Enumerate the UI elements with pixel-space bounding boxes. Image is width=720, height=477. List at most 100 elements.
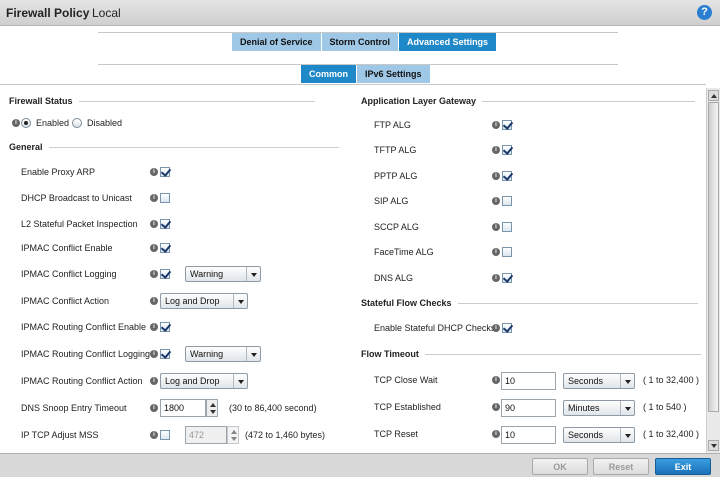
chevron-down-icon	[246, 267, 260, 281]
info-icon: i	[150, 297, 158, 305]
info-icon: i	[492, 223, 500, 231]
dns-snoop-timeout-spinner[interactable]	[206, 399, 218, 417]
checkbox-ipmac-conflict-enable[interactable]	[160, 243, 170, 253]
select-ipmac-conflict-logging[interactable]: Warning	[185, 266, 261, 282]
tabs-sub: Common IPv6 Settings	[301, 65, 431, 83]
section-heading: General	[9, 142, 43, 152]
info-icon: i	[150, 377, 158, 385]
select-tcp-established-unit[interactable]: Minutes	[563, 400, 635, 416]
select-ipmac-conflict-action[interactable]: Log and Drop	[160, 293, 248, 309]
info-icon: i	[150, 270, 158, 278]
label-stateful-dhcp: Enable Stateful DHCP Checks	[374, 323, 496, 333]
tab-divider-bottom	[0, 84, 706, 85]
chevron-down-icon	[620, 401, 634, 415]
info-icon: i	[492, 172, 500, 180]
dns-snoop-timeout-range: (30 to 86,400 second)	[229, 403, 317, 413]
info-icon: i	[492, 121, 500, 129]
checkbox-sip-alg[interactable]	[502, 196, 512, 206]
ok-button[interactable]: OK	[532, 458, 588, 475]
section-heading: Firewall Status	[9, 96, 73, 106]
select-value: Log and Drop	[165, 296, 220, 306]
reset-button[interactable]: Reset	[593, 458, 649, 475]
info-icon: i	[492, 376, 500, 384]
info-icon: i	[12, 119, 20, 127]
label-ftp-alg: FTP ALG	[374, 120, 411, 130]
label-ipmac-conflict-logging: IPMAC Conflict Logging	[21, 269, 117, 279]
checkbox-enable-proxy-arp[interactable]	[160, 167, 170, 177]
info-icon: i	[492, 274, 500, 282]
info-icon: i	[492, 146, 500, 154]
dns-snoop-timeout-input[interactable]: 1800	[160, 399, 206, 417]
section-heading: Application Layer Gateway	[361, 96, 477, 106]
checkbox-dns-alg[interactable]	[502, 273, 512, 283]
info-icon: i	[492, 430, 500, 438]
label-ip-tcp-adjust-mss: IP TCP Adjust MSS	[21, 430, 99, 440]
tcp-reset-range: ( 1 to 32,400 )	[643, 429, 700, 439]
ip-tcp-adjust-mss-spinner[interactable]	[227, 426, 239, 444]
vertical-scrollbar[interactable]	[706, 88, 720, 453]
checkbox-stateful-dhcp[interactable]	[502, 323, 512, 333]
info-icon: i	[492, 197, 500, 205]
radio-disabled[interactable]	[72, 118, 82, 128]
label-dhcp-broadcast: DHCP Broadcast to Unicast	[21, 193, 132, 203]
checkbox-ip-tcp-adjust-mss[interactable]	[160, 430, 170, 440]
select-ipmac-routing-conflict-action[interactable]: Log and Drop	[160, 373, 248, 389]
select-value: Log and Drop	[165, 376, 220, 386]
select-ipmac-routing-conflict-logging[interactable]: Warning	[185, 346, 261, 362]
label-ipmac-routing-conflict-enable: IPMAC Routing Conflict Enable	[21, 322, 147, 332]
scrollbar-thumb[interactable]	[708, 102, 719, 412]
label-ipmac-routing-conflict-action: IPMAC Routing Conflict Action	[21, 376, 143, 386]
tab-advanced-settings[interactable]: Advanced Settings	[399, 33, 498, 51]
tab-storm-control[interactable]: Storm Control	[321, 33, 400, 51]
checkbox-ipmac-routing-conflict-logging[interactable]	[160, 349, 170, 359]
scroll-down-icon[interactable]	[708, 440, 719, 451]
checkbox-tftp-alg[interactable]	[502, 145, 512, 155]
info-icon: i	[150, 220, 158, 228]
tab-ipv6-settings[interactable]: IPv6 Settings	[357, 65, 431, 83]
radio-enabled[interactable]	[21, 118, 31, 128]
settings-content: Firewall Status i Enabled Disabled Gener…	[0, 88, 706, 453]
label-sip-alg: SIP ALG	[374, 196, 409, 206]
info-icon: i	[492, 403, 500, 411]
radio-disabled-label: Disabled	[87, 118, 123, 128]
select-tcp-reset-unit[interactable]: Seconds	[563, 427, 635, 443]
label-pptp-alg: PPTP ALG	[374, 171, 418, 181]
checkbox-sccp-alg[interactable]	[502, 222, 512, 232]
info-icon: i	[150, 431, 158, 439]
info-icon: i	[150, 244, 158, 252]
section-firewall-status: Firewall Status	[9, 96, 315, 106]
select-value: Warning	[190, 349, 224, 359]
checkbox-pptp-alg[interactable]	[502, 171, 512, 181]
tcp-established-input[interactable]: 90	[501, 399, 556, 417]
tab-common[interactable]: Common	[301, 65, 357, 83]
label-tcp-reset: TCP Reset	[374, 429, 418, 439]
footer-bar: OK Reset Exit	[0, 453, 720, 477]
info-icon: i	[150, 404, 158, 412]
select-value: Seconds	[568, 430, 604, 440]
checkbox-ipmac-conflict-logging[interactable]	[160, 269, 170, 279]
exit-button[interactable]: Exit	[655, 458, 711, 475]
tcp-close-wait-input[interactable]: 10	[501, 372, 556, 390]
ip-tcp-adjust-mss-input[interactable]: 472	[185, 426, 227, 444]
scroll-up-icon[interactable]	[708, 90, 719, 101]
title-bar: Firewall Policy Local ?	[0, 0, 720, 26]
checkbox-facetime-alg[interactable]	[502, 247, 512, 257]
checkbox-l2-stateful[interactable]	[160, 219, 170, 229]
label-tcp-close-wait: TCP Close Wait	[374, 375, 438, 385]
checkbox-ipmac-routing-conflict-enable[interactable]	[160, 322, 170, 332]
label-dns-snoop-timeout: DNS Snoop Entry Timeout	[21, 403, 127, 413]
info-icon: i	[150, 323, 158, 331]
label-ipmac-conflict-action: IPMAC Conflict Action	[21, 296, 110, 306]
section-general: General	[9, 142, 339, 152]
section-heading: Flow Timeout	[361, 349, 419, 359]
label-tftp-alg: TFTP ALG	[374, 145, 417, 155]
tab-denial-of-service[interactable]: Denial of Service	[232, 33, 322, 51]
label-tcp-established: TCP Established	[374, 402, 441, 412]
checkbox-ftp-alg[interactable]	[502, 120, 512, 130]
section-flow-timeout: Flow Timeout	[361, 349, 701, 359]
select-tcp-close-wait-unit[interactable]: Seconds	[563, 373, 635, 389]
tcp-reset-input[interactable]: 10	[501, 426, 556, 444]
label-ipmac-routing-conflict-logging: IPMAC Routing Conflict Logging	[21, 349, 151, 359]
help-icon[interactable]: ?	[697, 5, 712, 20]
checkbox-dhcp-broadcast[interactable]	[160, 193, 170, 203]
